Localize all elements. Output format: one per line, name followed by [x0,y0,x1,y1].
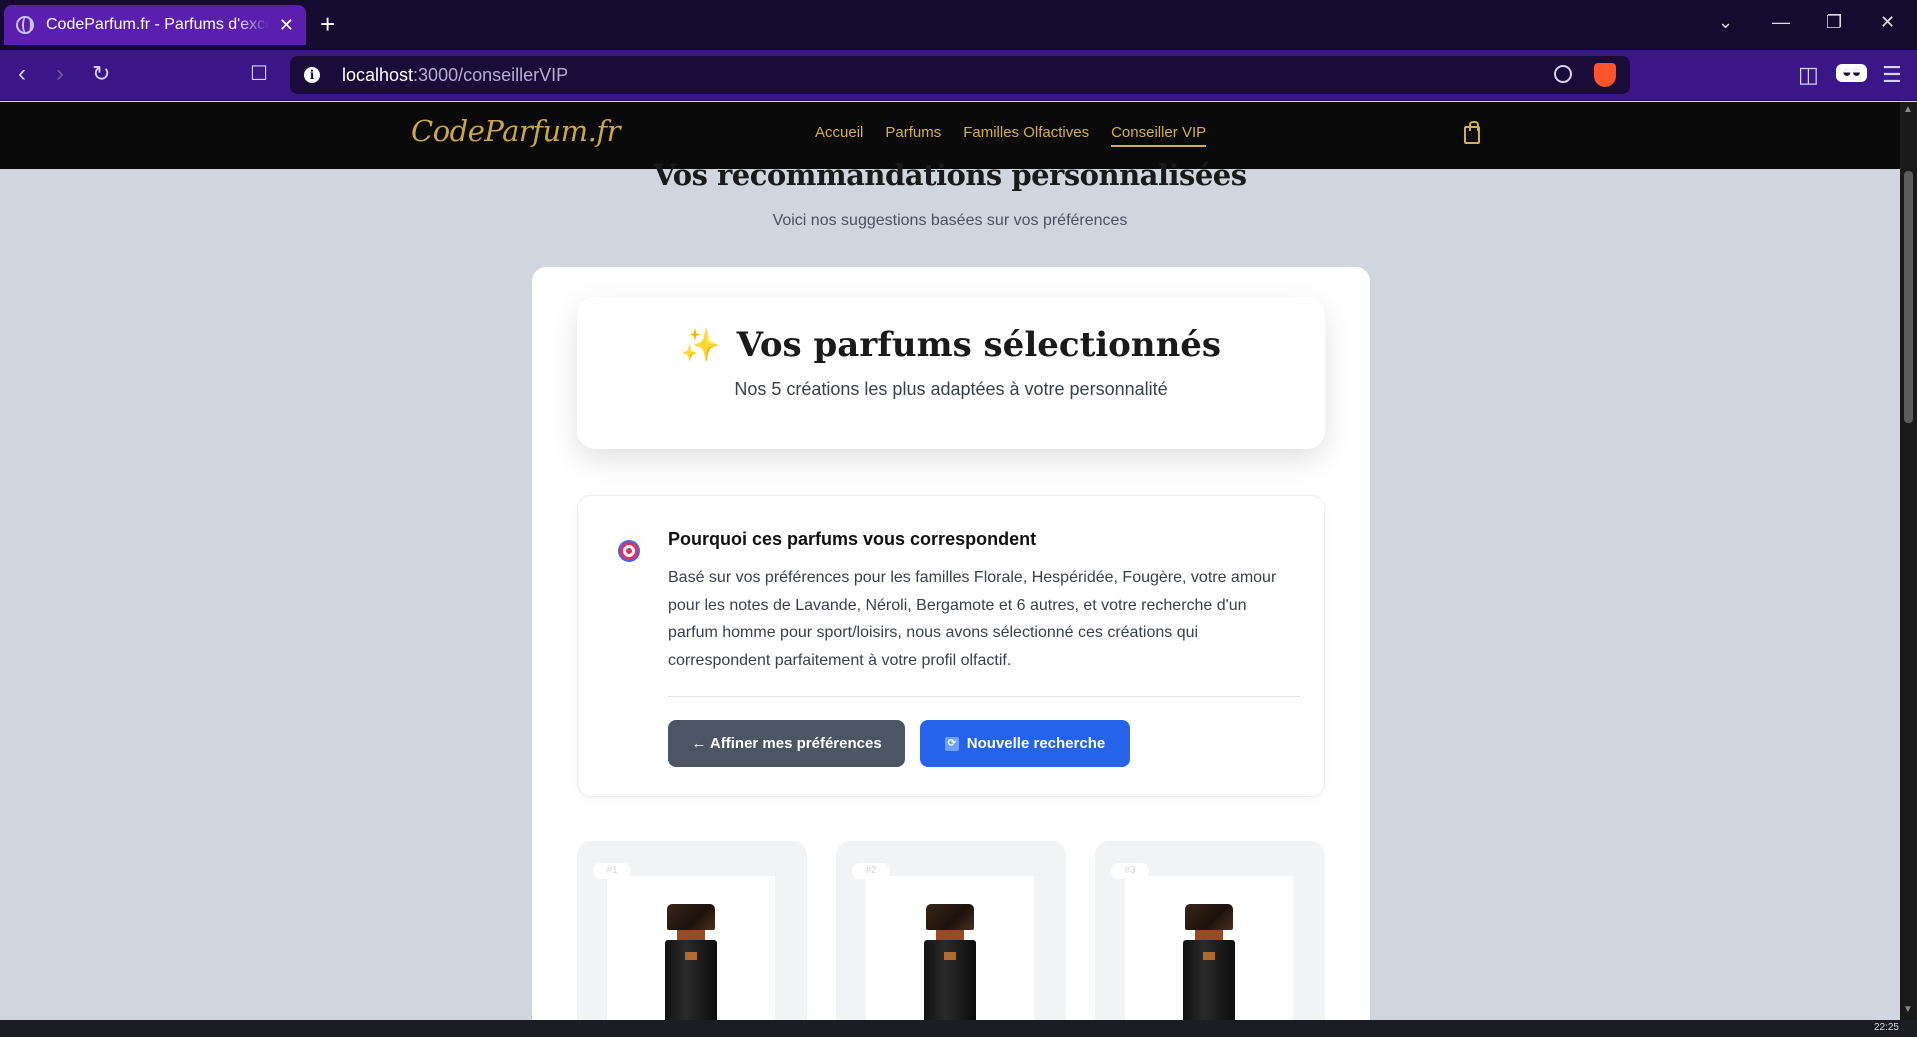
browser-toolbar: ‹ › ↻ ☐ i localhost:3000/conseillerVIP ◫… [0,50,1917,101]
product-image[interactable] [866,876,1034,1037]
new-search-button[interactable]: ⟳ Nouvelle recherche [920,720,1130,767]
page-subtitle: Voici nos suggestions basées sur vos pré… [772,212,1128,229]
scroll-down-arrow-icon[interactable]: ▼ [1903,1004,1913,1015]
nav-parfums[interactable]: Parfums [885,124,941,147]
divider [668,696,1300,697]
scroll-up-arrow-icon[interactable]: ▲ [1903,104,1913,115]
zoom-icon[interactable] [1554,65,1572,83]
product-card[interactable]: #1 [577,841,807,1037]
close-window-button[interactable]: ✕ [1880,12,1895,33]
hero-title-row: ✨ Vos parfums sélectionnés [577,325,1325,365]
shopping-bag-icon[interactable] [1464,121,1480,144]
site-info-icon[interactable]: i [304,67,320,83]
back-button[interactable]: ‹ [18,61,26,87]
perfume-bottle-image [924,904,976,1037]
perfume-bottle-image [1183,904,1235,1037]
new-tab-button[interactable]: + [320,10,335,38]
sparkles-icon: ✨ [680,326,721,364]
refine-preferences-button[interactable]: ← Affiner mes préférences [668,720,905,767]
hero-title: Vos parfums sélectionnés [736,325,1222,365]
product-card[interactable]: #3 [1095,841,1325,1037]
sidebar-toggle-icon[interactable]: ◫ [1798,62,1819,88]
refresh-icon: ⟳ [944,736,959,751]
browser-tab-bar: CodeParfum.fr - Parfums d'exception ✕ + … [0,0,1917,50]
tab-list-chevron-icon[interactable]: ⌄ [1718,12,1733,33]
product-image[interactable] [1125,876,1293,1037]
new-search-label: Nouvelle recherche [966,735,1106,752]
scrollbar-thumb[interactable] [1904,171,1913,423]
restore-button[interactable]: ❐ [1826,12,1842,33]
why-title: Pourquoi ces parfums vous correspondent [668,529,1037,549]
refine-label: ← Affiner mes préférences [691,735,882,752]
url-bar[interactable]: i localhost:3000/conseillerVIP [290,56,1630,94]
product-card[interactable]: #2 [836,841,1066,1037]
close-tab-icon[interactable]: ✕ [279,15,294,36]
taskbar-clock: 22:25 [1873,1022,1899,1033]
page-title: Vos recommandations personnalisées [653,158,1247,192]
globe-icon [16,16,34,34]
reload-button[interactable]: ↻ [92,61,110,87]
why-these-perfumes-card: Pourquoi ces parfums vous correspondent … [577,495,1325,797]
brave-shield-icon[interactable] [1594,63,1616,87]
nav-familles-olfactives[interactable]: Familles Olfactives [963,124,1089,147]
product-image[interactable] [607,876,775,1037]
main-nav: Accueil Parfums Familles Olfactives Cons… [815,124,1207,147]
bookmark-icon[interactable]: ☐ [250,61,268,87]
menu-icon[interactable]: ☰ [1882,62,1902,88]
nav-accueil[interactable]: Accueil [815,124,863,147]
target-icon [618,540,640,562]
url-path: :3000/conseillerVIP [413,64,569,85]
browser-tab[interactable]: CodeParfum.fr - Parfums d'exception ✕ [4,5,306,45]
os-taskbar: 22:25 [0,1020,1917,1037]
nav-conseiller-vip[interactable]: Conseiller VIP [1111,124,1207,147]
perfume-bottle-image [665,904,717,1037]
hero-subtitle: Nos 5 créations les plus adaptées à votr… [734,379,1168,399]
url-host: localhost [342,64,414,85]
forward-button[interactable]: › [56,61,64,87]
reader-mode-icon[interactable]: ◒◒ [1836,64,1868,82]
selected-perfumes-header: ✨ Vos parfums sélectionnés Nos 5 créatio… [577,297,1325,449]
tab-title: CodeParfum.fr - Parfums d'exception [46,16,269,33]
minimize-button[interactable]: — [1772,12,1790,33]
site-logo[interactable]: CodeParfum.fr [411,114,620,148]
why-explanation: Basé sur vos préférences pour les famill… [668,569,1277,669]
